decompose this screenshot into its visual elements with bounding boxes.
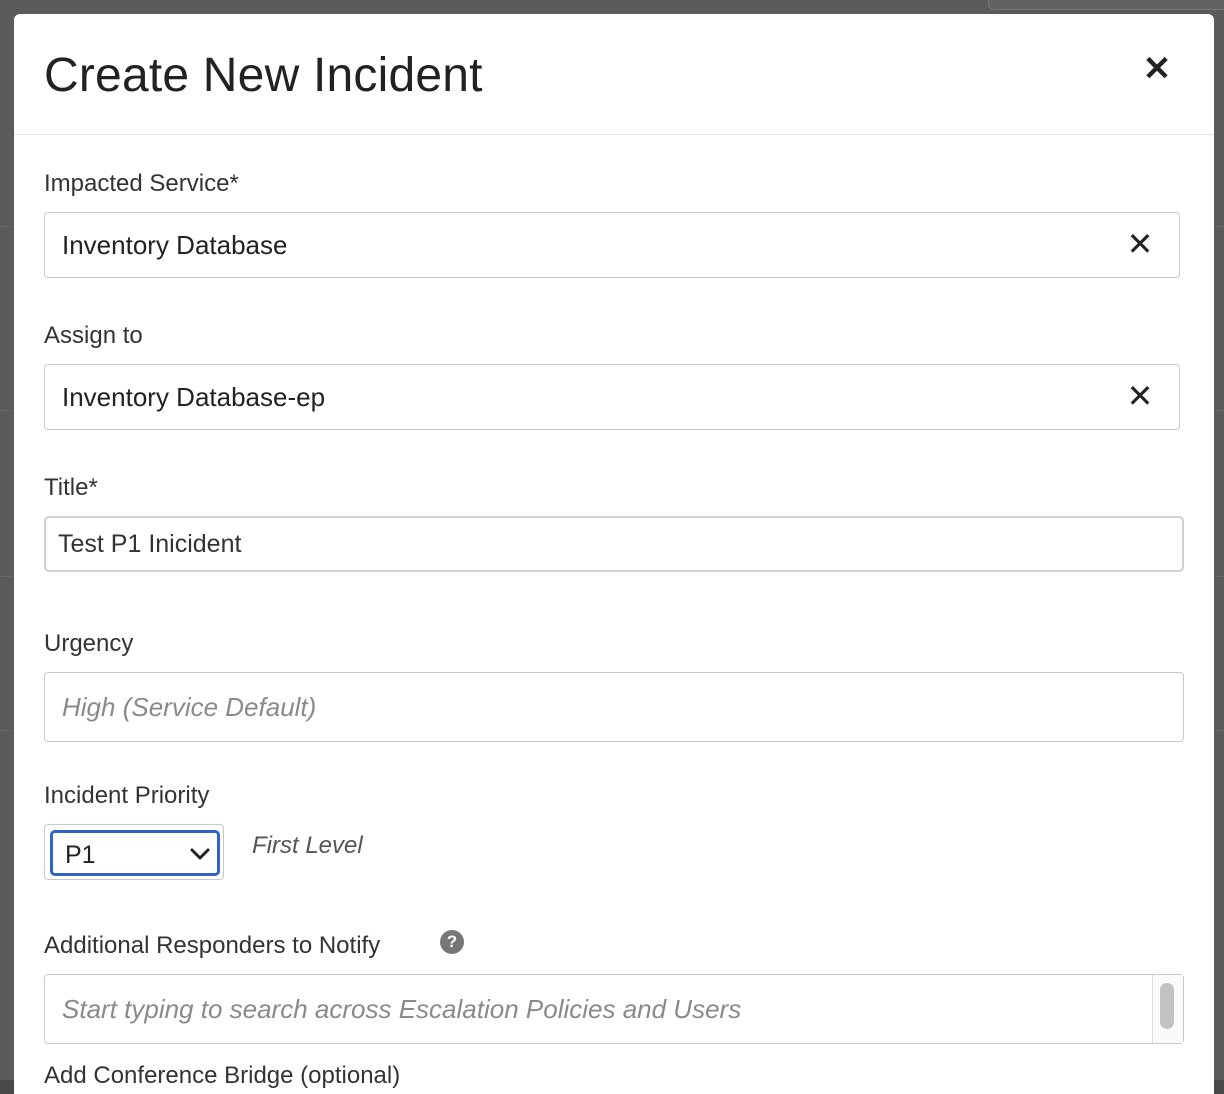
impacted-service-value: Inventory Database	[62, 230, 288, 260]
title-label: Title*	[44, 474, 98, 501]
question-circle-icon[interactable]: ?	[440, 930, 464, 954]
additional-responders-placeholder: Start typing to search across Escalation…	[62, 994, 742, 1024]
title-input[interactable]	[44, 516, 1184, 572]
modal-title: Create New Incident	[44, 49, 483, 102]
incident-priority-value: P1	[65, 841, 96, 869]
close-icon[interactable]: ✕	[1138, 50, 1176, 88]
conference-bridge-label: Add Conference Bridge (optional)	[44, 1062, 401, 1089]
incident-priority-hint: First Level	[252, 832, 363, 859]
urgency-label: Urgency	[44, 630, 134, 657]
incident-priority-select[interactable]: P1	[50, 830, 220, 876]
impacted-service-label: Impacted Service*	[44, 170, 239, 197]
chevron-down-icon	[190, 848, 210, 860]
impacted-service-select[interactable]: Inventory Database ✕	[44, 212, 1180, 278]
create-incident-modal: Create New Incident ✕ Impacted Service* …	[14, 14, 1214, 1094]
assign-to-value: Inventory Database-ep	[62, 382, 326, 412]
incident-priority-wrapper: P1	[44, 824, 224, 880]
clear-icon[interactable]: ✕	[1123, 224, 1157, 264]
background-tab	[988, 0, 1224, 10]
assign-to-select[interactable]: Inventory Database-ep ✕	[44, 364, 1180, 430]
assign-to-label: Assign to	[44, 322, 143, 349]
additional-responders-label: Additional Responders to Notify	[44, 932, 381, 959]
responders-scrollbar[interactable]	[1152, 975, 1183, 1043]
clear-icon[interactable]: ✕	[1123, 376, 1157, 416]
incident-priority-label: Incident Priority	[44, 782, 210, 809]
urgency-placeholder: High (Service Default)	[62, 692, 317, 722]
responders-scrollbar-thumb[interactable]	[1160, 983, 1174, 1029]
urgency-select[interactable]: High (Service Default)	[44, 672, 1184, 742]
additional-responders-input[interactable]: Start typing to search across Escalation…	[44, 974, 1184, 1044]
modal-header: Create New Incident ✕	[14, 14, 1214, 135]
